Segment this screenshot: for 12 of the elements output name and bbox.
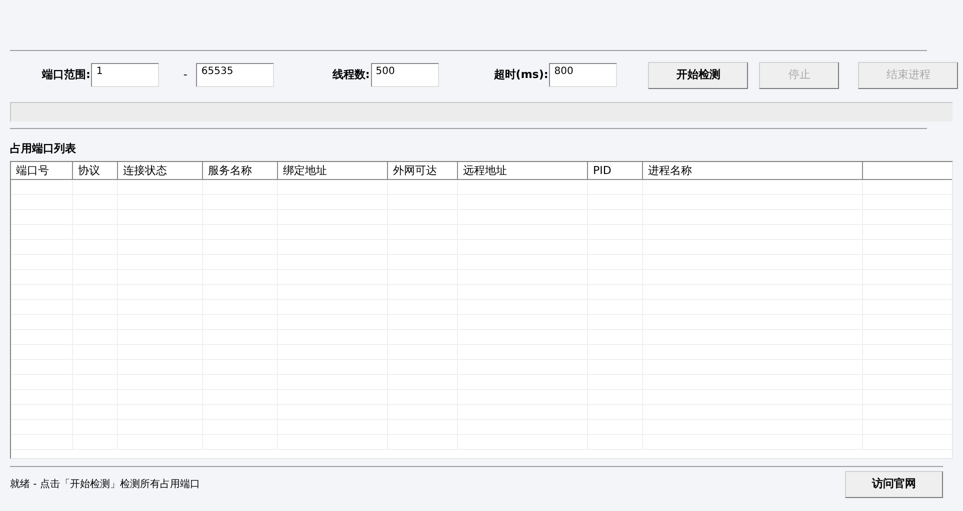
field-label: 线程数: xyxy=(332,66,370,83)
text-field[interactable]: 1 xyxy=(91,63,160,88)
website-button[interactable]: 访问官网 xyxy=(845,470,943,498)
text-field[interactable]: 500 xyxy=(370,63,439,88)
action-button[interactable]: 开始检测 xyxy=(648,62,748,88)
field-label: 端口范围: xyxy=(42,66,90,83)
table-title: 占用端口列表 xyxy=(10,141,77,157)
status-text: 就绪 - 点击「开始检测」检测所有占用端口 xyxy=(10,478,200,492)
text-field[interactable]: 800 xyxy=(549,63,618,88)
range-separator: - xyxy=(183,66,188,83)
field-label: 超时(ms): xyxy=(494,66,548,83)
text-field[interactable]: 65535 xyxy=(196,63,274,88)
